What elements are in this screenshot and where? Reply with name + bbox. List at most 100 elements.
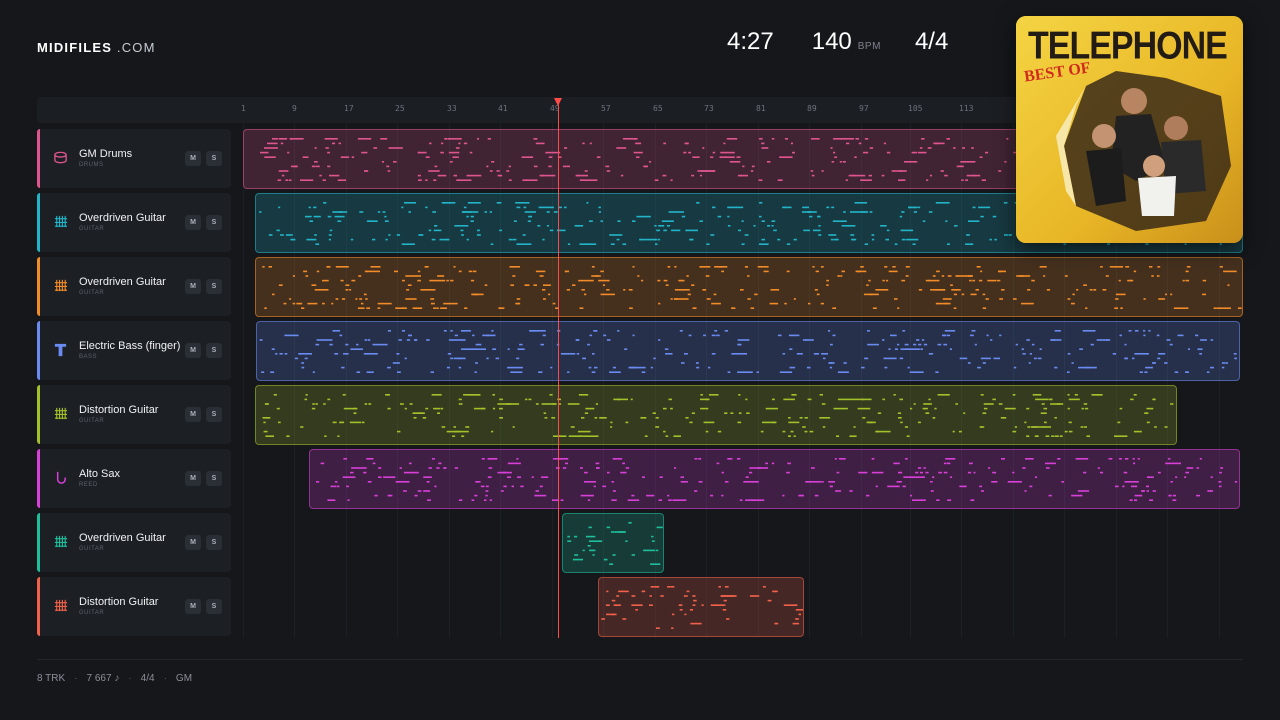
midi-clip-overdriven-guitar-3[interactable] [562, 513, 664, 573]
track-header-distortion-guitar-2[interactable]: Distortion Guitar GUITAR M S [37, 577, 231, 636]
midi-clip-distortion-guitar-1[interactable] [255, 385, 1177, 445]
solo-button[interactable]: S [206, 471, 222, 486]
midi-note [796, 353, 803, 355]
midi-note [620, 471, 627, 474]
midi-note [345, 343, 349, 346]
midi-clip-alto-sax[interactable] [309, 449, 1240, 509]
track-header-overdriven-guitar-2[interactable]: Overdriven Guitar GUITAR M S [37, 257, 231, 316]
midi-note [314, 289, 329, 291]
midi-note [606, 590, 609, 593]
midi-note [868, 174, 872, 177]
midi-note [658, 302, 661, 305]
midi-note [771, 462, 775, 465]
midi-note [770, 289, 780, 291]
track-header-overdriven-guitar-3[interactable]: Overdriven Guitar GUITAR M S [37, 513, 231, 572]
midi-note [289, 138, 304, 140]
midi-note [279, 353, 283, 355]
midi-note [276, 407, 280, 410]
midi-note [730, 412, 734, 414]
track-header-gm-drums[interactable]: GM Drums DRUMS M S [37, 129, 231, 188]
solo-button[interactable]: S [206, 343, 222, 358]
midi-note [341, 298, 346, 300]
midi-note [837, 371, 849, 373]
mute-button[interactable]: M [185, 599, 201, 614]
playhead[interactable] [558, 104, 559, 638]
footer-separator: · [74, 673, 78, 684]
midi-note [595, 403, 598, 405]
track-header-alto-sax[interactable]: Alto Sax REED M S [37, 449, 231, 508]
midi-note [998, 170, 1002, 172]
midi-note [305, 275, 309, 277]
solo-button[interactable]: S [206, 279, 222, 294]
solo-button[interactable]: S [206, 599, 222, 614]
midi-note [610, 243, 615, 245]
midi-note [281, 174, 285, 177]
mute-button[interactable]: M [185, 343, 201, 358]
midi-note [364, 270, 368, 273]
midi-note [693, 307, 697, 309]
midi-note [1114, 307, 1118, 309]
mute-button[interactable]: M [185, 407, 201, 422]
midi-note [941, 275, 945, 277]
midi-note [543, 298, 546, 300]
midi-note [875, 430, 891, 433]
midi-note [670, 179, 673, 181]
midi-note [857, 407, 871, 410]
midi-note [877, 412, 882, 414]
midi-note [858, 471, 868, 474]
midi-note [294, 357, 298, 360]
midi-note [667, 494, 670, 497]
midi-clip-overdriven-guitar-2[interactable] [255, 257, 1243, 317]
midi-note [300, 426, 304, 428]
midi-note [455, 147, 460, 149]
midi-note [783, 398, 795, 401]
mute-button[interactable]: M [185, 535, 201, 550]
midi-note [1075, 458, 1089, 460]
midi-note [454, 225, 469, 227]
midi-note [567, 403, 580, 405]
playhead-handle[interactable] [554, 98, 562, 106]
midi-note [381, 161, 384, 163]
mute-button[interactable]: M [185, 279, 201, 294]
midi-note [1221, 366, 1225, 369]
solo-button[interactable]: S [206, 407, 222, 422]
midi-note [685, 229, 698, 232]
track-header-electric-bass[interactable]: Electric Bass (finger) BASS M S [37, 321, 231, 380]
midi-note [869, 211, 873, 213]
midi-note [757, 467, 769, 469]
midi-note [497, 471, 512, 474]
midi-note [425, 156, 430, 158]
midi-note [858, 142, 862, 145]
midi-note [708, 366, 711, 369]
solo-button[interactable]: S [206, 215, 222, 230]
midi-note [1237, 307, 1242, 309]
track-header-overdriven-guitar-1[interactable]: Overdriven Guitar GUITAR M S [37, 193, 231, 252]
midi-note [883, 357, 894, 360]
midi-clip-electric-bass[interactable] [256, 321, 1240, 381]
mute-button[interactable]: M [185, 215, 201, 230]
midi-note [783, 604, 798, 606]
track-header-distortion-guitar-1[interactable]: Distortion Guitar GUITAR M S [37, 385, 231, 444]
midi-note [538, 206, 554, 209]
midi-note [323, 202, 327, 204]
midi-note [1234, 481, 1238, 483]
solo-button[interactable]: S [206, 535, 222, 550]
solo-button[interactable]: S [206, 151, 222, 166]
midi-note [616, 147, 627, 149]
mute-button[interactable]: M [185, 151, 201, 166]
midi-note [691, 412, 695, 414]
midi-note [292, 302, 296, 305]
midi-note [632, 334, 635, 337]
midi-note [891, 170, 907, 172]
mute-button[interactable]: M [185, 471, 201, 486]
midi-note [713, 293, 717, 296]
midi-note [394, 270, 398, 273]
midi-note [680, 481, 688, 483]
midi-note [652, 412, 656, 414]
midi-note [688, 151, 691, 154]
midi-clip-distortion-guitar-2[interactable] [598, 577, 804, 637]
midi-note [476, 234, 481, 236]
midi-note [482, 334, 496, 337]
midi-note [976, 266, 981, 268]
midi-note [1134, 499, 1138, 501]
